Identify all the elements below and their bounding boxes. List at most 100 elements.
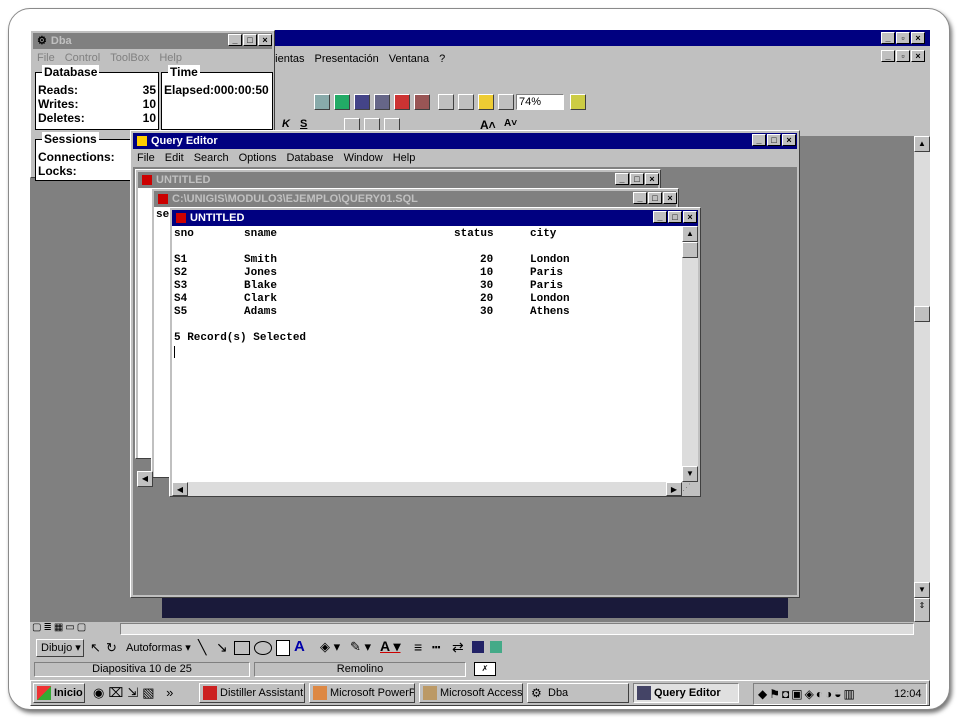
scroll-right-icon[interactable]: ▶ xyxy=(666,482,682,496)
menu-item-help[interactable]: Help xyxy=(393,149,416,167)
taskbar-label: Dba xyxy=(548,687,569,699)
help-icon[interactable] xyxy=(570,94,586,110)
menu-item-database[interactable]: Database xyxy=(286,149,333,167)
taskbar-access[interactable]: Microsoft Access xyxy=(419,683,523,703)
close-icon[interactable]: × xyxy=(645,173,659,185)
close-icon[interactable]: × xyxy=(683,211,697,223)
menu-item-file[interactable]: File xyxy=(137,149,155,167)
font-color-icon[interactable]: A ▾ xyxy=(380,638,401,655)
menu-item-help[interactable]: ? xyxy=(439,50,445,68)
scroll-thumb[interactable] xyxy=(682,242,698,258)
insert-chart-icon[interactable] xyxy=(394,94,410,110)
dash-style-icon[interactable]: ┅ xyxy=(432,639,440,656)
table-row: S3 Blake 30 Paris xyxy=(172,280,672,293)
minimize-icon[interactable]: _ xyxy=(653,211,667,223)
restore-icon[interactable]: ▫ xyxy=(896,32,910,44)
child2-text: se xyxy=(156,209,170,221)
maximize-icon[interactable]: □ xyxy=(243,34,257,46)
results-horizontal-scrollbar[interactable]: ◀ ▶ xyxy=(172,482,682,496)
menu-item-presentation[interactable]: Presentación xyxy=(315,50,379,68)
quick-launch-icons[interactable]: ◉⌧⇲▧ » xyxy=(93,685,177,701)
powerpoint-vertical-scrollbar[interactable]: ▲ ▼ ⇕ xyxy=(914,136,930,622)
color-icon[interactable] xyxy=(478,94,494,110)
deletes-label: Deletes: xyxy=(38,111,85,125)
arrow-icon[interactable]: ↘ xyxy=(216,639,228,656)
maximize-icon[interactable]: □ xyxy=(767,134,781,146)
shadow-icon[interactable] xyxy=(472,641,484,653)
restore-icon[interactable]: ▫ xyxy=(896,50,910,62)
cell-city: London xyxy=(530,293,570,305)
decrease-font-icon[interactable]: A˅ xyxy=(504,118,517,129)
taskbar-dba[interactable]: ⚙ Dba xyxy=(527,683,629,703)
minimize-icon[interactable]: _ xyxy=(752,134,766,146)
clipart-icon[interactable] xyxy=(414,94,430,110)
minimize-icon[interactable]: _ xyxy=(881,32,895,44)
child1-scroll-left-icon[interactable]: ◀ xyxy=(137,471,153,487)
view-buttons-icon[interactable]: ▢≣▦▭▢ xyxy=(32,622,88,633)
scroll-up-icon[interactable]: ▲ xyxy=(914,136,930,152)
textbox-icon[interactable] xyxy=(276,640,290,656)
menu-item-search[interactable]: Search xyxy=(194,149,229,167)
3d-icon[interactable] xyxy=(490,641,502,653)
horizontal-scrollbar[interactable] xyxy=(120,623,914,635)
line-icon[interactable]: ╲ xyxy=(198,639,206,656)
close-icon[interactable]: × xyxy=(258,34,272,46)
draw-menu-button[interactable]: Dibujo ▾ xyxy=(36,639,84,657)
taskbar-powerpoint[interactable]: Microsoft PowerP... xyxy=(309,683,415,703)
autoshapes-menu[interactable]: Autoformas ▾ xyxy=(126,641,191,654)
maximize-icon[interactable]: □ xyxy=(648,192,662,204)
close-icon[interactable]: × xyxy=(663,192,677,204)
resize-grip-icon[interactable]: ⋰ xyxy=(682,482,698,496)
menu-item-options[interactable]: Options xyxy=(239,149,277,167)
italic-icon[interactable]: K xyxy=(282,118,290,130)
results-pane[interactable]: sno sname status city S1 Smith 20 London… xyxy=(172,226,682,482)
results-vertical-scrollbar[interactable]: ▲ ▼ xyxy=(682,226,698,482)
close-icon[interactable]: × xyxy=(782,134,796,146)
text-cursor xyxy=(174,346,175,358)
hyperlink-icon[interactable] xyxy=(334,94,350,110)
underline-icon[interactable]: S xyxy=(300,118,307,130)
maximize-icon[interactable]: □ xyxy=(668,211,682,223)
elapsed-time: Elapsed:000:00:50 xyxy=(164,83,269,97)
close-icon[interactable]: × xyxy=(911,32,925,44)
line-color-icon[interactable]: ✎ ▾ xyxy=(350,639,371,655)
table-icon[interactable] xyxy=(354,94,370,110)
maximize-icon[interactable]: □ xyxy=(630,173,644,185)
close-icon[interactable]: × xyxy=(911,50,925,62)
page-nav-icon[interactable]: ⇕ xyxy=(914,598,930,622)
child3-title: UNTITLED xyxy=(190,212,245,224)
scroll-left-icon[interactable]: ◀ xyxy=(172,482,188,496)
start-button[interactable]: Inicio xyxy=(33,683,85,703)
layout-icon[interactable] xyxy=(458,94,474,110)
menu-item-edit[interactable]: Edit xyxy=(165,149,184,167)
rectangle-icon[interactable] xyxy=(234,641,250,655)
chart-icon[interactable] xyxy=(374,94,390,110)
scroll-thumb[interactable] xyxy=(914,306,930,322)
child1-title: UNTITLED xyxy=(156,174,211,186)
new-slide-icon[interactable] xyxy=(438,94,454,110)
zoom-select[interactable]: 74% xyxy=(516,94,564,110)
minimize-icon[interactable]: _ xyxy=(615,173,629,185)
scroll-down-icon[interactable]: ▼ xyxy=(682,466,698,482)
taskbar-distiller[interactable]: Distiller Assistant 3... xyxy=(199,683,305,703)
minimize-icon[interactable]: _ xyxy=(633,192,647,204)
grayscale-icon[interactable] xyxy=(498,94,514,110)
scroll-down-icon[interactable]: ▼ xyxy=(914,582,930,598)
taskbar-label: Query Editor xyxy=(654,687,721,699)
minimize-icon[interactable]: _ xyxy=(881,50,895,62)
scroll-up-icon[interactable]: ▲ xyxy=(682,226,698,242)
oval-icon[interactable] xyxy=(254,641,272,655)
menu-item-window[interactable]: Ventana xyxy=(389,50,429,68)
taskbar-query-editor[interactable]: Query Editor xyxy=(633,683,739,703)
menu-item-toolbox[interactable]: ToolBox xyxy=(110,49,149,67)
wordart-icon[interactable]: A xyxy=(294,638,305,655)
rotate-icon[interactable]: ↻ xyxy=(106,640,117,656)
fill-color-icon[interactable]: ◈ ▾ xyxy=(320,639,340,655)
tray-icons[interactable]: ◆⚑◘▣◈◐◑◒▥ xyxy=(758,687,857,701)
select-arrow-icon[interactable]: ↖ xyxy=(90,640,101,656)
minimize-icon[interactable]: _ xyxy=(228,34,242,46)
arrow-style-icon[interactable]: ⇄ xyxy=(452,639,464,656)
web-icon[interactable] xyxy=(314,94,330,110)
line-style-icon[interactable]: ≡ xyxy=(414,639,422,655)
menu-item-window[interactable]: Window xyxy=(344,149,383,167)
